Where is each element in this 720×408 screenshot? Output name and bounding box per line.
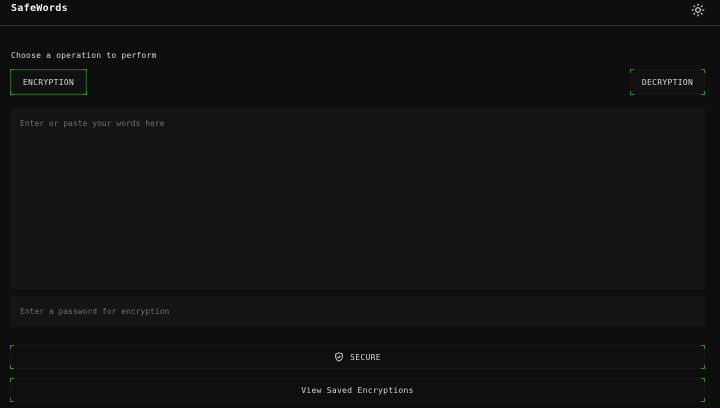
secure-button-label: SECURE xyxy=(350,352,381,362)
words-input[interactable] xyxy=(10,108,705,289)
corner-accent xyxy=(10,378,14,382)
view-saved-encryptions-button[interactable]: View Saved Encryptions xyxy=(10,378,705,402)
corner-accent xyxy=(701,365,705,369)
corner-accent xyxy=(630,91,634,95)
corner-accent xyxy=(630,69,634,73)
app-header: SafeWords xyxy=(0,0,720,26)
corner-accent xyxy=(701,345,705,349)
encryption-tab-button[interactable]: ENCRYPTION xyxy=(10,69,87,95)
app-root: SafeWords Choose a operation to perform … xyxy=(0,0,720,408)
view-saved-encryptions-label: View Saved Encryptions xyxy=(301,385,414,395)
decryption-tab-button[interactable]: DECRYPTION xyxy=(630,69,705,95)
decryption-tab-label: DECRYPTION xyxy=(641,77,694,87)
corner-accent xyxy=(10,91,14,95)
corner-accent xyxy=(10,398,14,402)
corner-accent xyxy=(10,345,14,349)
sun-icon xyxy=(691,3,705,17)
encryption-tab-label: ENCRYPTION xyxy=(22,77,75,87)
corner-accent xyxy=(10,365,14,369)
corner-accent xyxy=(701,91,705,95)
corner-accent xyxy=(83,91,87,95)
corner-accent xyxy=(701,378,705,382)
corner-accent xyxy=(83,69,87,73)
corner-accent xyxy=(10,69,14,73)
password-input[interactable] xyxy=(10,296,705,327)
corner-accent xyxy=(701,69,705,73)
theme-toggle-button[interactable] xyxy=(689,1,707,19)
app-title: SafeWords xyxy=(11,3,68,14)
shield-check-icon xyxy=(334,352,344,362)
secure-button[interactable]: SECURE xyxy=(10,345,705,369)
operation-prompt: Choose a operation to perform xyxy=(11,51,157,60)
corner-accent xyxy=(701,398,705,402)
